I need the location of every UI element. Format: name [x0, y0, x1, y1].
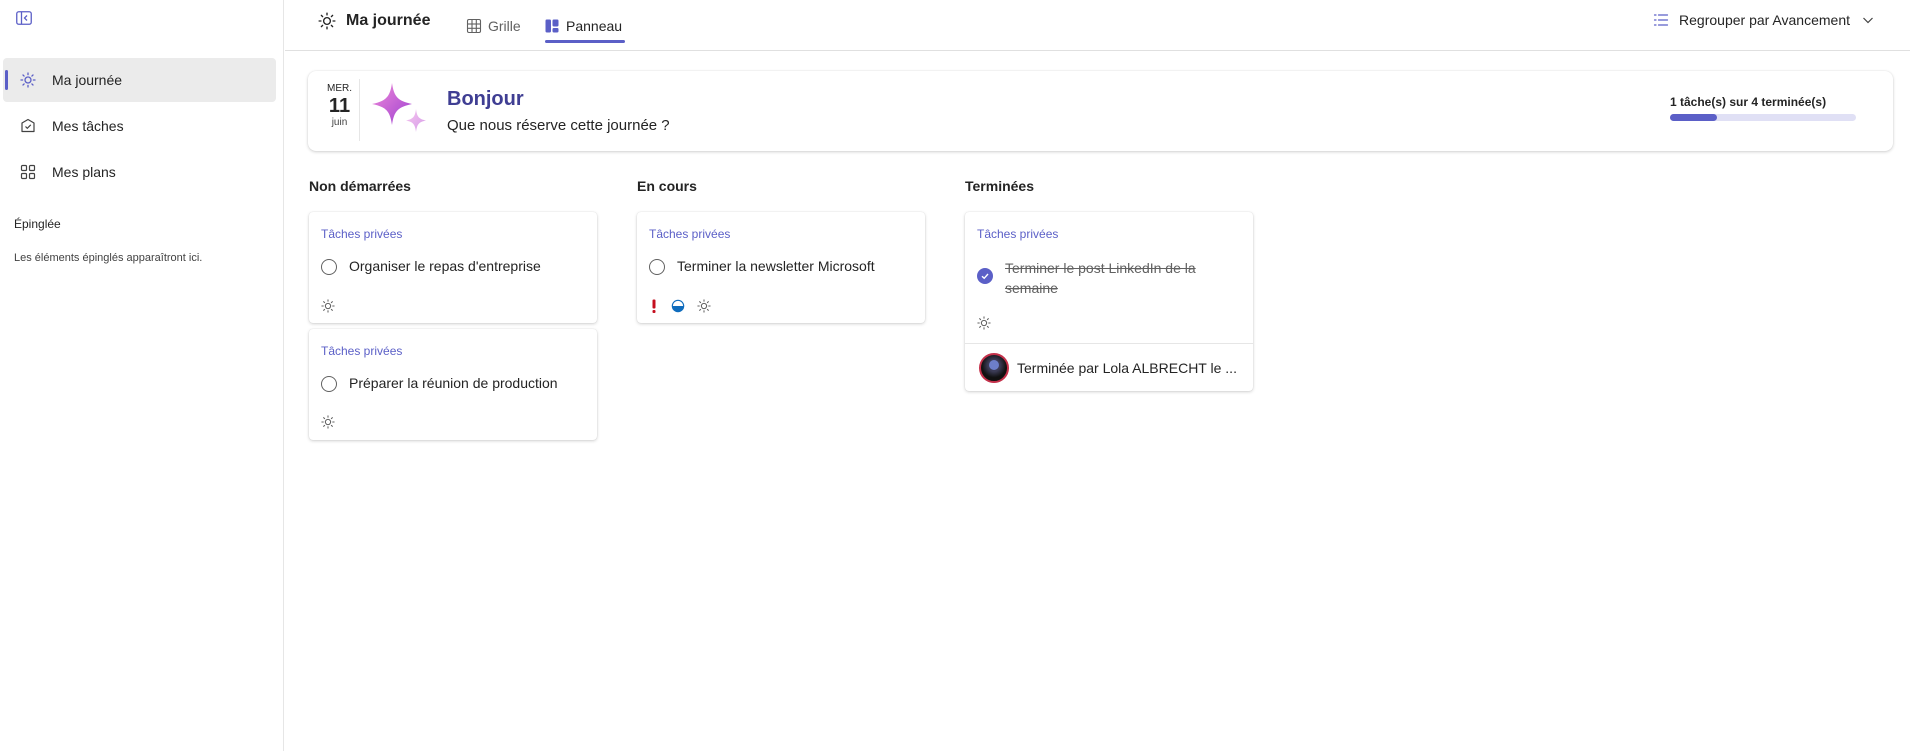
sidebar-item-label: Ma journée [52, 72, 123, 88]
date-day-of-week: MER. [327, 83, 352, 94]
date-month: juin [331, 117, 348, 128]
sun-icon [697, 299, 711, 313]
task-title: Terminer le post LinkedIn de la semaine [1005, 260, 1196, 296]
avatar [979, 352, 1009, 383]
pinned-section-title: Épinglée [14, 217, 61, 231]
task-plan-label: Tâches privées [977, 227, 1059, 241]
page-title: Ma journée [318, 12, 430, 30]
task-indicators [977, 316, 991, 330]
sun-icon [18, 70, 38, 90]
active-tab-indicator [545, 40, 625, 43]
sun-icon [321, 415, 335, 429]
task-title: Terminer la newsletter Microsoft [677, 258, 875, 274]
task-completed-footer: Terminée par Lola ALBRECHT le ... [965, 343, 1253, 391]
sidebar-item-label: Mes plans [52, 164, 116, 180]
tab-panneau[interactable]: Panneau [544, 10, 622, 42]
board-icon [545, 19, 559, 33]
completed-by-text: Terminée par Lola ALBRECHT le ... [1017, 359, 1237, 376]
task-card[interactable]: Tâches privées Organiser le repas d'entr… [309, 212, 597, 323]
table-icon [466, 18, 482, 34]
tab-label: Grille [488, 18, 521, 34]
task-title-row: Organiser le repas d'entreprise [321, 258, 541, 275]
task-indicators [321, 415, 335, 429]
top-bar: Ma journée Grille Panneau Regrouper par … [285, 0, 1910, 51]
progress-in-progress-icon [671, 299, 685, 313]
task-indicators [321, 299, 335, 313]
task-title-row: Terminer la newsletter Microsoft [649, 258, 875, 275]
sidebar-item-mes-taches[interactable]: Mes tâches [3, 104, 276, 148]
task-plan-label: Tâches privées [321, 227, 403, 241]
tab-label: Panneau [566, 18, 623, 34]
progress-bar [1670, 114, 1856, 121]
task-title: Organiser le repas d'entreprise [349, 258, 541, 274]
task-complete-checkbox[interactable] [321, 376, 337, 392]
tab-grille[interactable]: Grille [466, 10, 521, 42]
progress-bar-fill [1670, 114, 1717, 121]
column-title-en-cours: En cours [637, 178, 697, 194]
task-plan-label: Tâches privées [649, 227, 731, 241]
date-day: 11 [328, 95, 351, 117]
greeting-title: Bonjour [447, 88, 524, 110]
greeting-card: MER. 11 juin Bonjour Que nous réserve ce… [308, 71, 1893, 151]
pinned-empty-message: Les éléments épinglés apparaîtront ici. [14, 252, 203, 264]
date-badge: MER. 11 juin [320, 79, 360, 141]
tasks-icon [18, 116, 38, 136]
task-complete-checkbox[interactable] [321, 259, 337, 275]
sun-icon [318, 12, 336, 30]
grid-apps-icon [18, 162, 38, 182]
sidebar-item-ma-journee[interactable]: Ma journée [3, 58, 276, 102]
progress-label: 1 tâche(s) sur 4 terminée(s) [1670, 95, 1827, 109]
task-complete-checkbox[interactable] [649, 259, 665, 275]
task-title: Préparer la réunion de production [349, 375, 558, 391]
priority-urgent-icon [652, 299, 656, 313]
sun-icon [321, 299, 335, 313]
task-card[interactable]: Tâches privées Terminer la newsletter Mi… [637, 212, 925, 323]
task-indicators [649, 299, 711, 313]
page-title-text: Ma journée [346, 12, 431, 29]
checkmark-icon [981, 273, 989, 280]
task-completed-checkbox[interactable] [977, 268, 993, 284]
chevron-down-icon [1863, 17, 1873, 24]
group-by-label: Regrouper par Avancement [1679, 12, 1850, 28]
sidebar: Ma journée Mes tâches Mes plans Épinglée… [0, 0, 284, 751]
task-plan-label: Tâches privées [321, 344, 403, 358]
panel-collapse-icon[interactable] [14, 10, 34, 26]
task-card[interactable]: Tâches privées Terminer le post LinkedIn… [965, 212, 1253, 391]
task-card[interactable]: Tâches privées Préparer la réunion de pr… [309, 329, 597, 440]
sun-icon [977, 316, 991, 330]
task-title-row: Préparer la réunion de production [321, 375, 558, 392]
column-title-terminees: Terminées [965, 178, 1034, 194]
sparkle-icon [372, 83, 426, 132]
group-by-button[interactable]: Regrouper par Avancement [1653, 12, 1874, 28]
greeting-subtitle: Que nous réserve cette journée ? [447, 117, 670, 134]
column-title-non-demarrees: Non démarrées [309, 178, 411, 194]
task-title-row: Terminer le post LinkedIn de la semaine [977, 258, 1225, 298]
list-icon [1653, 14, 1669, 26]
sidebar-item-mes-plans[interactable]: Mes plans [3, 150, 276, 194]
sidebar-item-label: Mes tâches [52, 118, 124, 134]
